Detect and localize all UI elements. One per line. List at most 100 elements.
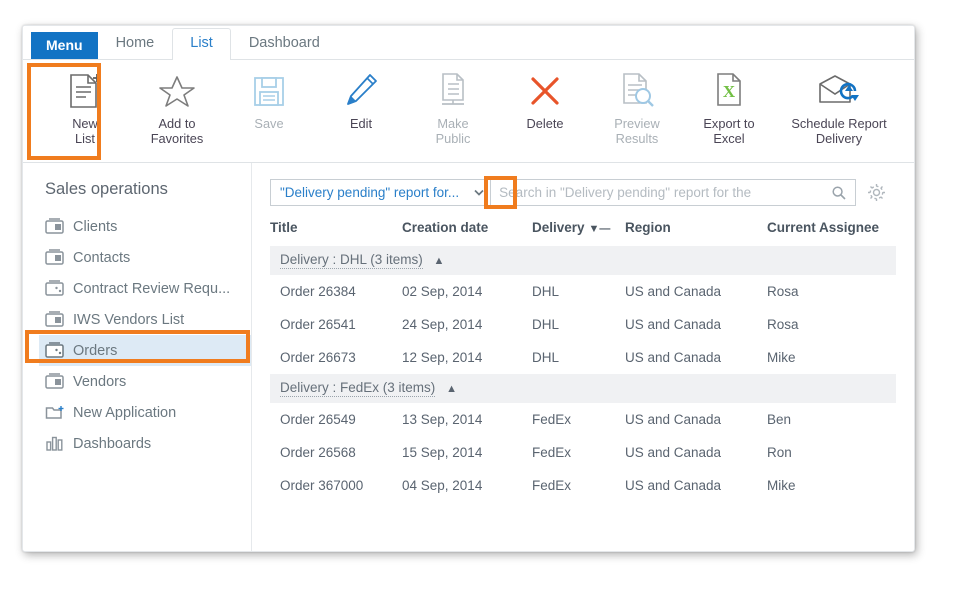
group-header-row[interactable]: Delivery : FedEx (3 items) ▲	[270, 374, 896, 403]
chevron-up-icon[interactable]: ▲	[434, 255, 445, 267]
group-header-cell[interactable]: Delivery : DHL (3 items) ▲	[270, 246, 896, 275]
list-panel: "Delivery pending" report for... Search …	[252, 163, 914, 551]
toolbar-button-make-public[interactable]: Make Public	[407, 60, 499, 146]
cell-assignee: Rosa	[767, 317, 799, 332]
search-icon[interactable]	[832, 185, 855, 200]
column-header-delivery[interactable]: Delivery ▼—	[532, 220, 625, 246]
cell-region: US and Canada	[625, 317, 722, 332]
chevron-down-icon[interactable]	[467, 180, 490, 205]
cell-region: US and Canada	[625, 284, 722, 299]
sidebar-item-label: Orders	[73, 342, 118, 359]
cell-title[interactable]: Order 367000	[270, 469, 402, 502]
sidebar-item-label: Contacts	[73, 249, 131, 266]
tab-list[interactable]: List	[172, 28, 231, 60]
toolbar-button-schedule-report-delivery[interactable]: Schedule Report Delivery	[775, 60, 903, 146]
toolbar-label-new-list: New List	[72, 116, 98, 146]
toolbar-button-preview-results[interactable]: Preview Results	[591, 60, 683, 146]
table-row[interactable]: Order 367000 04 Sep, 2014 FedEx US and C…	[270, 469, 896, 502]
cell-assignee: Mike	[767, 350, 796, 365]
sidebar-item-label: Contract Review Requ...	[73, 280, 231, 297]
toolbar-button-edit[interactable]: Edit	[315, 60, 407, 131]
search-field-wrapper[interactable]	[491, 179, 856, 206]
group-header-row[interactable]: Delivery : DHL (3 items) ▲	[270, 246, 896, 275]
gear-icon[interactable]	[856, 183, 896, 202]
toolbar-button-delete[interactable]: Delete	[499, 60, 591, 131]
chevron-up-icon[interactable]: ▲	[446, 383, 457, 395]
new-list-icon	[68, 70, 102, 112]
list-box-icon	[45, 279, 64, 298]
table-header-row: Title Creation date Delivery ▼— Region Cu…	[270, 220, 896, 246]
table-row[interactable]: Order 26568 15 Sep, 2014 FedEx US and Ca…	[270, 436, 896, 469]
content-area: Sales operations Clients Contacts Contra…	[23, 163, 914, 551]
cell-region: US and Canada	[625, 350, 722, 365]
sidebar-item-contract-review-requests[interactable]: Contract Review Requ...	[39, 273, 251, 304]
sidebar-item-orders[interactable]: Orders	[39, 335, 251, 366]
sidebar-item-label: Clients	[73, 218, 118, 235]
sidebar-item-new-application[interactable]: New Application	[39, 397, 251, 428]
bar-chart-icon	[45, 434, 64, 453]
table-row[interactable]: Order 26541 24 Sep, 2014 DHL US and Cana…	[270, 308, 896, 341]
cell-delivery: FedEx	[532, 445, 572, 460]
cell-creation-date: 12 Sep, 2014	[402, 350, 483, 365]
search-row: "Delivery pending" report for...	[270, 176, 896, 209]
cell-title[interactable]: Order 26549	[270, 403, 402, 436]
cell-title[interactable]: Order 26541	[270, 308, 402, 341]
sidebar-item-label: New Application	[73, 404, 177, 421]
table-row[interactable]: Order 26673 12 Sep, 2014 DHL US and Cana…	[270, 341, 896, 374]
toolbar-label-export-to-excel: Export to Excel	[703, 116, 755, 146]
report-name-label[interactable]: "Delivery pending" report for...	[271, 180, 467, 205]
group-label[interactable]: Delivery : DHL (3 items)	[280, 252, 423, 269]
list-box-icon	[45, 372, 64, 391]
toolbar-button-add-to-favorites[interactable]: Add to Favorites	[131, 60, 223, 146]
toolbar-label-schedule-report-delivery: Schedule Report Delivery	[791, 116, 887, 146]
new-folder-icon	[45, 403, 64, 422]
sidebar-item-contacts[interactable]: Contacts	[39, 242, 251, 273]
schedule-report-icon	[817, 70, 861, 112]
toolbar-label-make-public: Make Public	[435, 116, 471, 146]
toolbar-button-new-list[interactable]: New List	[39, 60, 131, 146]
tab-dashboard[interactable]: Dashboard	[231, 28, 338, 59]
svg-text:X: X	[723, 82, 736, 101]
cell-creation-date: 15 Sep, 2014	[402, 445, 483, 460]
table-row[interactable]: Order 26549 13 Sep, 2014 FedEx US and Ca…	[270, 403, 896, 436]
cell-region: US and Canada	[625, 478, 722, 493]
cell-creation-date: 02 Sep, 2014	[402, 284, 483, 299]
menu-button[interactable]: Menu	[31, 32, 98, 59]
application-window: Menu Home List Dashboard New List Add to…	[22, 25, 915, 552]
sidebar-item-vendors[interactable]: Vendors	[39, 366, 251, 397]
toolbar-button-export-to-excel[interactable]: X Export to Excel	[683, 60, 775, 146]
cell-title[interactable]: Order 26673	[270, 341, 402, 374]
ribbon-toolbar: New List Add to Favorites Save Edit Make…	[23, 60, 914, 163]
cell-region: US and Canada	[625, 445, 722, 460]
edit-pencil-icon	[344, 70, 378, 112]
sidebar-item-dashboards[interactable]: Dashboards	[39, 428, 251, 459]
toolbar-label-preview-results: Preview Results	[614, 116, 660, 146]
preview-results-icon	[619, 70, 655, 112]
toolbar-button-save[interactable]: Save	[223, 60, 315, 131]
cell-region: US and Canada	[625, 412, 722, 427]
toolbar-label-save: Save	[254, 116, 284, 131]
sidebar-item-clients[interactable]: Clients	[39, 211, 251, 242]
cell-title[interactable]: Order 26384	[270, 275, 402, 308]
table-row[interactable]: Order 26384 02 Sep, 2014 DHL US and Cana…	[270, 275, 896, 308]
sidebar-title: Sales operations	[45, 180, 168, 198]
group-header-cell[interactable]: Delivery : FedEx (3 items) ▲	[270, 374, 896, 403]
cell-delivery: DHL	[532, 284, 560, 299]
cell-delivery: FedEx	[532, 478, 572, 493]
report-selector[interactable]: "Delivery pending" report for...	[270, 179, 492, 206]
column-header-creation-date[interactable]: Creation date	[402, 220, 532, 246]
tab-home[interactable]: Home	[98, 28, 173, 59]
cell-creation-date: 24 Sep, 2014	[402, 317, 483, 332]
column-header-current-assignee[interactable]: Current Assignee	[767, 220, 896, 246]
toolbar-label-add-to-favorites: Add to Favorites	[150, 116, 204, 146]
sidebar-item-iws-vendors-list[interactable]: IWS Vendors List	[39, 304, 251, 335]
search-input[interactable]	[491, 185, 832, 200]
column-header-title[interactable]: Title	[270, 220, 402, 246]
group-label[interactable]: Delivery : FedEx (3 items)	[280, 380, 436, 397]
list-box-icon	[45, 217, 64, 236]
cell-title[interactable]: Order 26568	[270, 436, 402, 469]
sidebar: Sales operations Clients Contacts Contra…	[23, 163, 252, 551]
column-header-region[interactable]: Region	[625, 220, 767, 246]
cell-delivery: FedEx	[532, 412, 572, 427]
filter-icon[interactable]: ▼—	[589, 223, 611, 235]
